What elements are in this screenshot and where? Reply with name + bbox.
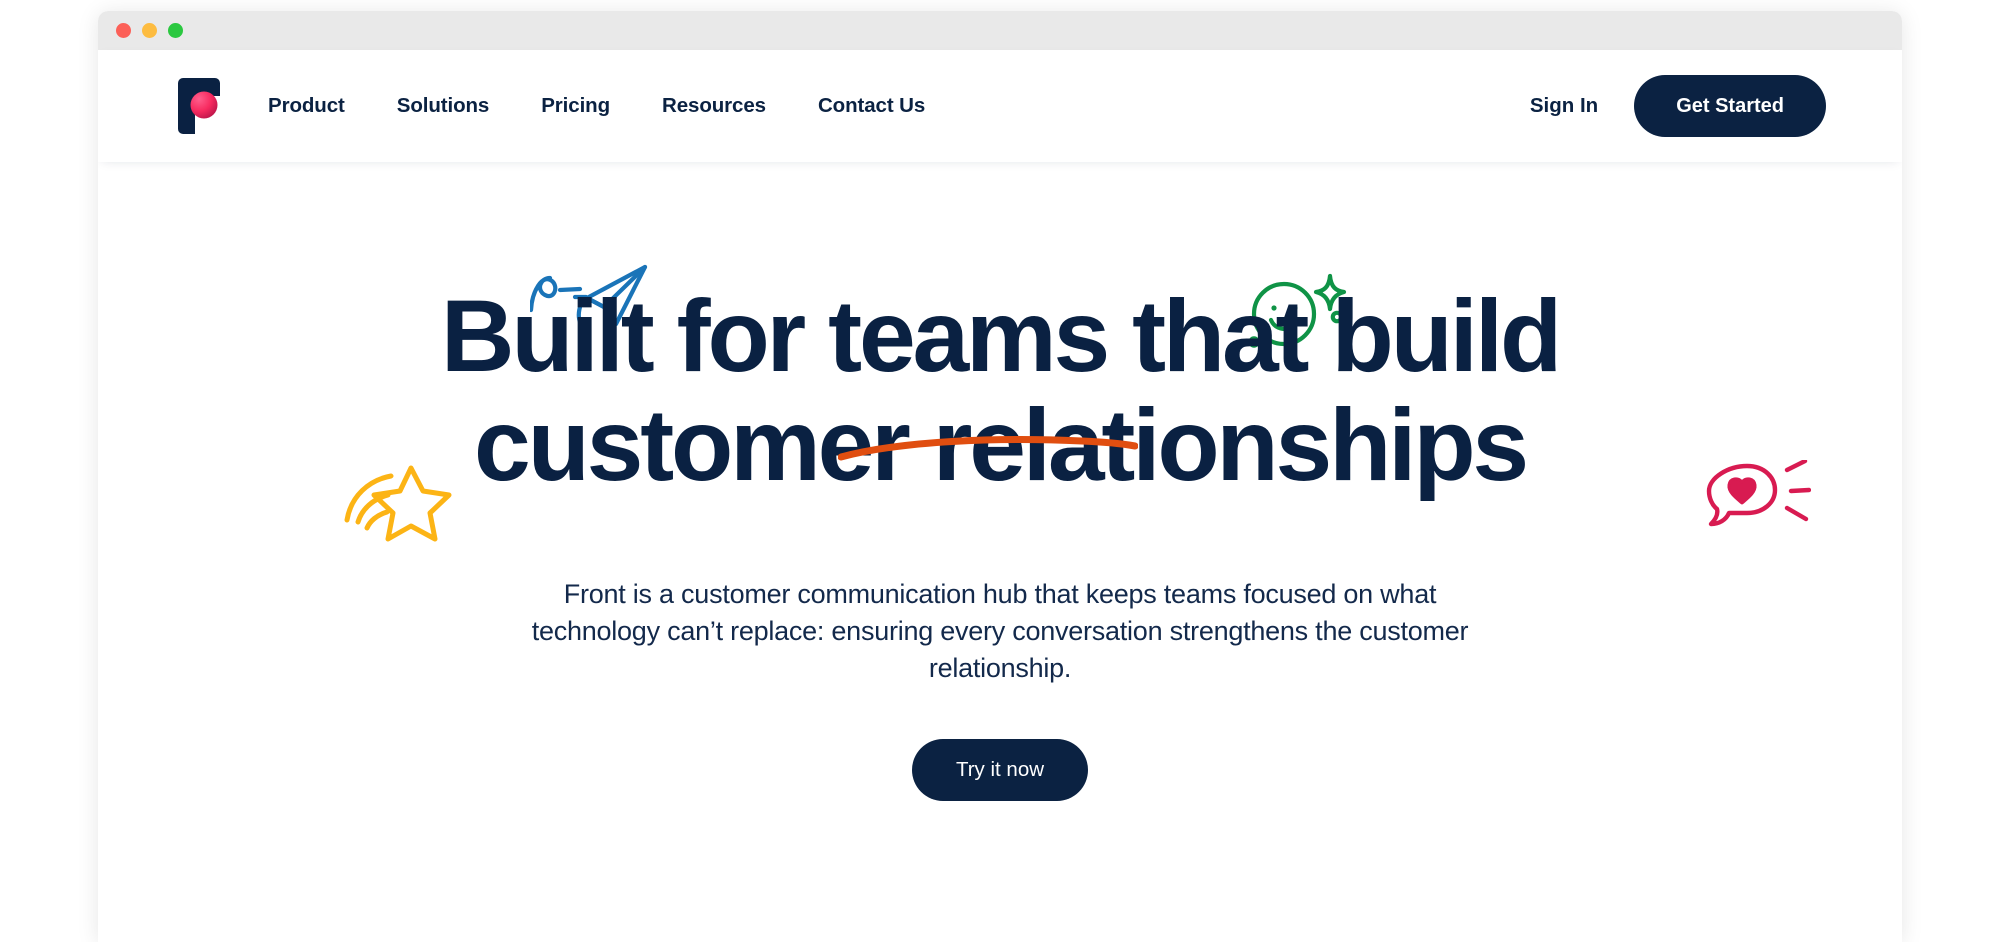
minimize-window-button[interactable] (142, 23, 157, 38)
traffic-light-buttons (116, 11, 183, 50)
nav-item-product[interactable]: Product (268, 94, 371, 118)
hero-section: Built for teams that build customer rela… (98, 162, 1902, 942)
nav-item-solutions[interactable]: Solutions (371, 94, 515, 118)
front-logo-icon[interactable] (178, 78, 220, 134)
window-titlebar (98, 11, 1902, 50)
maximize-window-button[interactable] (168, 23, 183, 38)
header-actions: Sign In Get Started (1530, 75, 1826, 137)
close-window-button[interactable] (116, 23, 131, 38)
headline-line-1: Built for teams that build (440, 279, 1562, 393)
main-navigation: Product Solutions Pricing Resources Cont… (268, 94, 951, 118)
nav-item-contact-us[interactable]: Contact Us (792, 94, 951, 118)
browser-window: Product Solutions Pricing Resources Cont… (98, 11, 1902, 942)
hero-headline: Built for teams that build customer rela… (98, 164, 1902, 500)
get-started-button[interactable]: Get Started (1634, 75, 1826, 137)
nav-item-resources[interactable]: Resources (636, 94, 792, 118)
sign-in-link[interactable]: Sign In (1530, 94, 1598, 118)
headline-line-2: customer relationships (474, 388, 1529, 503)
try-it-now-button[interactable]: Try it now (911, 739, 1089, 802)
site-header: Product Solutions Pricing Resources Cont… (98, 50, 1902, 162)
nav-item-pricing[interactable]: Pricing (515, 94, 636, 118)
hero-subheading: Front is a customer communication hub th… (531, 579, 1469, 684)
